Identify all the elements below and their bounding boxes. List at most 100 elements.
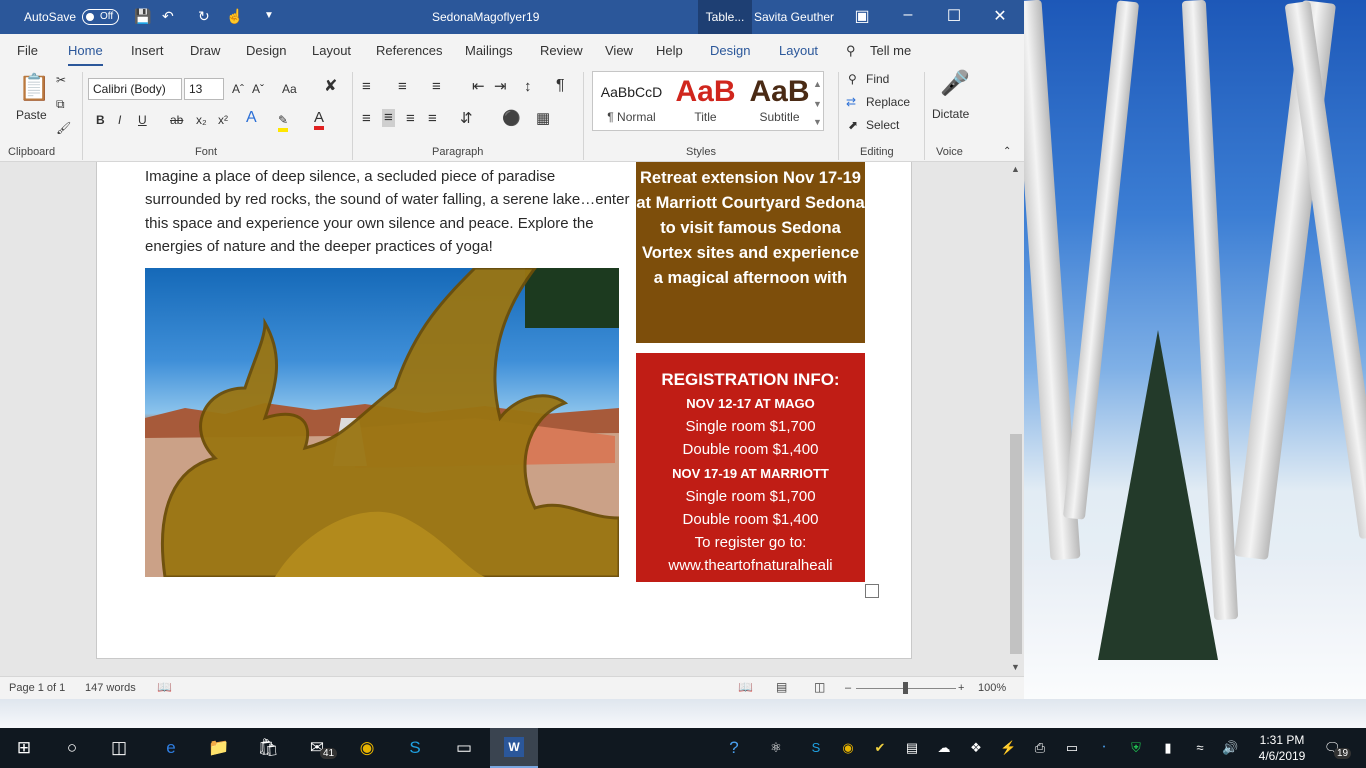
- network-drive-icon[interactable]: ▤: [904, 740, 920, 756]
- volume-icon[interactable]: 🔊: [1222, 740, 1238, 756]
- tab-table-design[interactable]: Design: [710, 43, 750, 58]
- skype-icon[interactable]: S: [404, 737, 426, 759]
- undo-icon[interactable]: ↶: [162, 8, 174, 24]
- user-name[interactable]: Savita Geuther: [754, 10, 834, 24]
- skype-tray-icon[interactable]: S: [808, 740, 824, 756]
- page-count[interactable]: Page 1 of 1: [9, 682, 65, 694]
- tab-draw[interactable]: Draw: [190, 43, 220, 58]
- tab-view[interactable]: View: [605, 43, 633, 58]
- tell-me-box[interactable]: Tell me: [870, 43, 911, 58]
- show-formatting-icon[interactable]: ¶: [556, 78, 565, 94]
- sedona-sculpture-photo[interactable]: [145, 268, 619, 577]
- bold-icon[interactable]: B: [96, 112, 105, 128]
- touch-mode-icon[interactable]: ☝: [226, 8, 243, 24]
- proofing-icon[interactable]: 📖: [157, 680, 172, 694]
- subscript-icon[interactable]: x₂: [196, 112, 207, 128]
- find-button[interactable]: Find: [866, 71, 889, 87]
- replace-button[interactable]: Replace: [866, 94, 910, 110]
- tab-table-layout[interactable]: Layout: [779, 43, 818, 58]
- printer-icon[interactable]: ⎙: [1032, 740, 1048, 756]
- edge-icon[interactable]: e: [160, 737, 182, 759]
- task-view-icon[interactable]: ◫: [108, 737, 130, 759]
- strikethrough-icon[interactable]: ab: [170, 112, 183, 128]
- underline-icon[interactable]: U: [138, 112, 147, 128]
- justify-icon[interactable]: ≡: [428, 111, 437, 127]
- file-explorer-icon[interactable]: 📁: [208, 737, 230, 759]
- document-page[interactable]: Imagine a place of deep silence, a seclu…: [96, 162, 912, 659]
- bluetooth-icon[interactable]: ᛫: [1096, 740, 1112, 756]
- line-spacing-icon[interactable]: ⇵: [460, 111, 473, 127]
- zoom-in-icon[interactable]: +: [958, 682, 964, 694]
- scroll-up-icon[interactable]: ▲: [1011, 164, 1020, 174]
- borders-icon[interactable]: ▦: [536, 111, 550, 127]
- italic-icon[interactable]: I: [118, 112, 121, 128]
- table-tools-tab[interactable]: Table...: [698, 0, 752, 34]
- chrome-icon[interactable]: ◉: [356, 737, 378, 759]
- tab-review[interactable]: Review: [540, 43, 583, 58]
- redo-icon[interactable]: ↻: [198, 8, 210, 24]
- shading-icon[interactable]: ⚫: [502, 111, 521, 127]
- replace-icon[interactable]: ⇄: [846, 94, 856, 110]
- scroll-down-icon[interactable]: ▼: [1011, 662, 1020, 672]
- align-right-icon[interactable]: ≡: [406, 111, 415, 127]
- align-center-icon[interactable]: ≡: [382, 109, 395, 127]
- retreat-extension-box[interactable]: Retreat extension Nov 17-19 at Marriott …: [636, 162, 865, 343]
- styles-more-icon[interactable]: ▼: [813, 114, 822, 130]
- dictate-button[interactable]: Dictate: [932, 106, 969, 122]
- tab-mailings[interactable]: Mailings: [465, 43, 513, 58]
- style-title[interactable]: AaB Title: [669, 74, 742, 130]
- minimize-icon[interactable]: –: [898, 6, 918, 24]
- word-count[interactable]: 147 words: [85, 682, 136, 694]
- change-case-button[interactable]: Aa: [282, 81, 297, 97]
- close-icon[interactable]: ✕: [990, 6, 1010, 26]
- tab-help[interactable]: Help: [656, 43, 683, 58]
- clear-formatting-icon[interactable]: ✘: [324, 79, 337, 95]
- norton-icon[interactable]: ✔: [872, 740, 888, 756]
- decrease-indent-icon[interactable]: ⇤: [472, 79, 485, 95]
- word-taskbar-button[interactable]: W: [490, 728, 538, 768]
- font-color-icon[interactable]: A: [314, 110, 325, 130]
- increase-indent-icon[interactable]: ⇥: [494, 79, 507, 95]
- customize-toolbar-icon[interactable]: ▼: [264, 8, 274, 24]
- paste-icon[interactable]: 📋: [18, 72, 50, 102]
- tab-layout[interactable]: Layout: [312, 43, 351, 58]
- tab-insert[interactable]: Insert: [131, 43, 164, 58]
- cortana-icon[interactable]: ○: [61, 737, 83, 759]
- tab-references[interactable]: References: [376, 43, 442, 58]
- tab-design[interactable]: Design: [246, 43, 286, 58]
- registration-info-box[interactable]: REGISTRATION INFO: NOV 12-17 AT MAGO Sin…: [636, 353, 865, 582]
- align-left-icon[interactable]: ≡: [362, 111, 371, 127]
- zoom-out-icon[interactable]: –: [845, 682, 851, 694]
- numbering-icon[interactable]: ≡: [398, 79, 407, 95]
- tab-home[interactable]: Home: [68, 43, 103, 67]
- find-icon[interactable]: ⚲: [848, 71, 857, 87]
- shrink-font-icon[interactable]: Aˇ: [252, 81, 264, 97]
- save-icon[interactable]: 💾: [134, 8, 151, 24]
- copy-icon[interactable]: ⧉: [56, 96, 65, 112]
- dropbox-icon[interactable]: ❖: [968, 740, 984, 756]
- font-size-select[interactable]: 13: [184, 78, 224, 100]
- ribbon-display-options-icon[interactable]: ▣: [852, 6, 872, 26]
- table-resize-handle[interactable]: [865, 584, 879, 598]
- store-icon[interactable]: 🛍: [257, 737, 279, 759]
- superscript-icon[interactable]: x²: [218, 112, 228, 128]
- select-icon[interactable]: ⬈: [848, 117, 858, 133]
- text-effects-icon[interactable]: A: [246, 110, 257, 126]
- grow-font-icon[interactable]: Aˆ: [232, 81, 244, 97]
- people-icon[interactable]: ⚛: [768, 740, 784, 756]
- cut-icon[interactable]: ✂: [56, 72, 66, 88]
- autosave-toggle[interactable]: Off: [82, 9, 119, 25]
- web-layout-icon[interactable]: ◫: [814, 680, 825, 694]
- sort-icon[interactable]: ↕: [524, 79, 532, 95]
- system-clock[interactable]: 1:31 PM 4/6/2019: [1254, 732, 1310, 764]
- security-icon[interactable]: ⛨: [1128, 740, 1144, 756]
- start-windows-icon[interactable]: ⊞: [13, 737, 35, 759]
- select-button[interactable]: Select: [866, 117, 899, 133]
- usb-icon[interactable]: ⚡: [1000, 740, 1016, 756]
- help-icon[interactable]: ?: [726, 739, 742, 756]
- bullets-icon[interactable]: ≡: [362, 79, 371, 95]
- onedrive-icon[interactable]: ☁: [936, 740, 952, 756]
- microphone-icon[interactable]: 🎤: [940, 70, 970, 98]
- read-mode-icon[interactable]: 📖: [738, 680, 753, 694]
- multilevel-list-icon[interactable]: ≡: [432, 79, 441, 95]
